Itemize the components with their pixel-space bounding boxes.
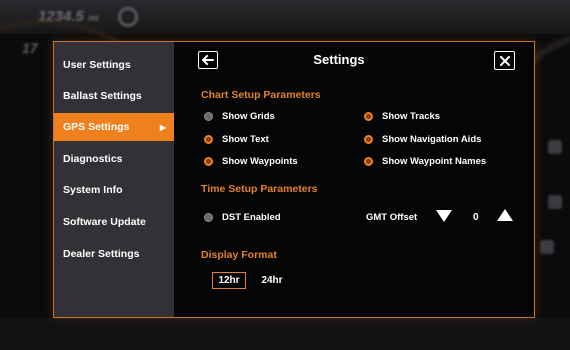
sidebar-item-dealer-settings[interactable]: Dealer Settings [54, 240, 174, 268]
option-label: Show Waypoint Names [382, 156, 487, 167]
radio-indicator [364, 135, 373, 144]
gmt-offset-value: 0 [473, 212, 479, 223]
show-waypoint-names-radio[interactable]: Show Waypoint Names [364, 156, 486, 167]
settings-content: Settings Chart Setup Parameters Show Gri… [174, 42, 534, 317]
arrow-left-icon [202, 55, 214, 65]
chevron-right-icon: ▶ [159, 122, 166, 132]
gmt-offset-label: GMT Offset [366, 212, 418, 223]
option-label: Show Grids [222, 111, 275, 122]
option-label: Show Text [222, 134, 269, 145]
close-icon [499, 55, 510, 66]
format-24hr-button[interactable]: 24hr [255, 272, 289, 289]
sidebar-item-gps-settings[interactable]: GPS Settings ▶ [54, 113, 174, 141]
sidebar-item-label: Software Update [63, 216, 146, 228]
background-bottom-bar [0, 318, 570, 350]
radio-indicator [364, 157, 373, 166]
time-setup-title: Time Setup Parameters [201, 183, 318, 195]
radio-indicator [364, 112, 373, 121]
sidebar-item-label: Ballast Settings [63, 90, 142, 102]
dst-enabled-radio[interactable]: DST Enabled [204, 212, 281, 223]
radio-indicator [204, 135, 213, 144]
option-label: DST Enabled [222, 212, 281, 223]
settings-dialog: User Settings Ballast Settings GPS Setti… [53, 41, 535, 318]
sidebar-item-diagnostics[interactable]: Diagnostics [54, 145, 174, 173]
background-music-icon [540, 240, 554, 254]
show-waypoints-radio[interactable]: Show Waypoints [204, 156, 298, 167]
sidebar-item-user-settings[interactable]: User Settings [54, 51, 174, 79]
sidebar-item-system-info[interactable]: System Info [54, 176, 174, 204]
radio-indicator [204, 112, 213, 121]
background-icon [548, 195, 562, 209]
page-title: Settings [313, 52, 365, 67]
close-button[interactable] [494, 51, 515, 70]
back-button[interactable] [198, 51, 218, 69]
sidebar-item-label: System Info [63, 184, 123, 196]
sidebar-item-label: Dealer Settings [63, 248, 140, 260]
show-text-radio[interactable]: Show Text [204, 134, 269, 145]
display-format-title: Display Format [201, 249, 277, 261]
option-label: Show Navigation Aids [382, 134, 482, 145]
chart-setup-title: Chart Setup Parameters [201, 89, 321, 101]
sidebar-item-software-update[interactable]: Software Update [54, 208, 174, 236]
show-tracks-radio[interactable]: Show Tracks [364, 111, 440, 122]
settings-sidebar: User Settings Ballast Settings GPS Setti… [54, 42, 174, 317]
radio-indicator [204, 157, 213, 166]
sidebar-item-label: GPS Settings [63, 121, 130, 133]
sidebar-item-label: Diagnostics [63, 153, 123, 165]
option-label: Show Tracks [382, 111, 441, 122]
gmt-increase-button[interactable] [497, 209, 513, 221]
background-icon [548, 140, 562, 154]
format-12hr-button[interactable]: 12hr [212, 272, 246, 289]
show-grids-radio[interactable]: Show Grids [204, 111, 275, 122]
background-gear-icon [118, 7, 138, 27]
gmt-decrease-button[interactable] [436, 210, 452, 222]
show-navigation-aids-radio[interactable]: Show Navigation Aids [364, 134, 481, 145]
option-label: Show Waypoints [222, 156, 298, 167]
radio-indicator [204, 213, 213, 222]
sidebar-item-ballast-settings[interactable]: Ballast Settings [54, 82, 174, 110]
sidebar-item-label: User Settings [63, 59, 131, 71]
